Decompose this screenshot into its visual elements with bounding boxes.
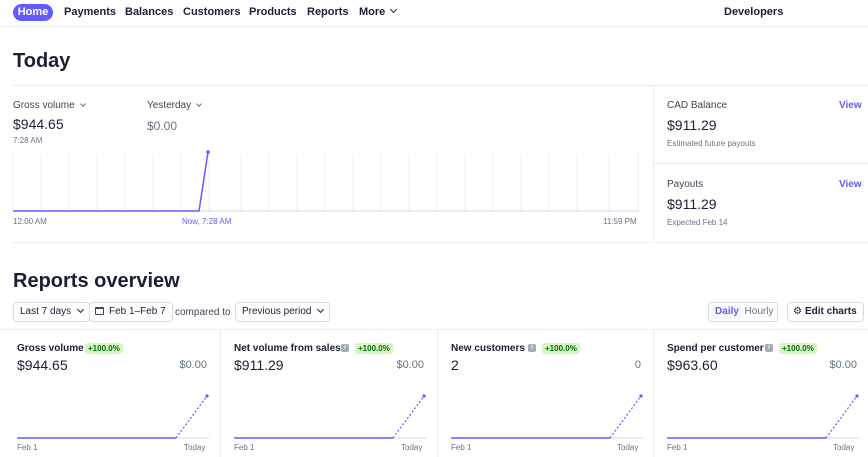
card-new-customers-value: 2 bbox=[451, 357, 459, 373]
granularity-toggle: Daily Hourly bbox=[708, 302, 778, 322]
chevron-down-icon bbox=[317, 305, 325, 314]
card-new-customers-point bbox=[639, 394, 643, 398]
card-net-volume-point bbox=[422, 394, 426, 398]
chevron-down-icon bbox=[196, 101, 202, 107]
today-chart bbox=[12, 150, 639, 212]
nav-more-label: More bbox=[359, 6, 386, 18]
card-gross-volume-line-today bbox=[175, 395, 208, 439]
daily-toggle[interactable]: Daily bbox=[711, 305, 743, 319]
card-net-volume-chart bbox=[234, 394, 426, 439]
card-gross-volume-title[interactable]: Gross volume bbox=[17, 343, 84, 354]
range-select-label: Last 7 days bbox=[20, 306, 72, 317]
date-range-button[interactable]: Feb 1–Feb 7 bbox=[89, 302, 173, 322]
date-range-label: Feb 1–Feb 7 bbox=[109, 306, 166, 317]
gear-icon: ⚙ bbox=[793, 306, 802, 317]
nav-divider bbox=[0, 26, 868, 27]
compare-label: Yesterday bbox=[147, 100, 192, 111]
card-net-volume-title[interactable]: Net volume from sales bbox=[234, 343, 341, 354]
cad-balance-view-link[interactable]: View bbox=[839, 100, 862, 111]
card-gross-volume-point bbox=[205, 394, 209, 398]
edit-charts-label: Edit charts bbox=[804, 306, 857, 317]
cad-balance-label: CAD Balance bbox=[667, 100, 728, 111]
card-new-customers-axis-start: Feb 1 bbox=[451, 443, 472, 452]
range-select[interactable]: Last 7 days bbox=[13, 302, 91, 322]
card-new-customers-badge: +100.0% bbox=[542, 343, 580, 354]
today-divider bbox=[13, 85, 868, 86]
card-spend-per-customer-point bbox=[855, 394, 859, 398]
card-spend-per-customer-prev: $0.00 bbox=[829, 359, 857, 371]
top-nav: Home Payments Balances Customers Product… bbox=[0, 0, 868, 26]
chevron-down-icon bbox=[77, 305, 85, 314]
payouts-label: Payouts bbox=[667, 179, 704, 190]
hourly-toggle[interactable]: Hourly bbox=[743, 305, 775, 319]
chevron-down-icon bbox=[79, 101, 86, 107]
card-spend-per-customer-line-today bbox=[825, 395, 858, 439]
nav-payments[interactable]: Payments bbox=[64, 5, 116, 20]
period-select[interactable]: Previous period bbox=[235, 302, 331, 322]
cad-balance-note: Estimated future payouts bbox=[667, 139, 756, 148]
nav-more[interactable]: More bbox=[359, 5, 398, 20]
card-net-volume-axis-start: Feb 1 bbox=[234, 443, 255, 452]
info-icon[interactable]: i bbox=[765, 344, 773, 352]
payouts-view-link[interactable]: View bbox=[839, 179, 862, 190]
compare-selector[interactable]: Yesterday bbox=[147, 100, 202, 111]
nav-developers[interactable]: Developers bbox=[724, 5, 783, 20]
today-series-line bbox=[13, 151, 209, 212]
compare-value: $0.00 bbox=[147, 119, 178, 133]
payouts-value: $911.29 bbox=[667, 196, 717, 212]
chevron-down-icon bbox=[390, 5, 398, 14]
card-new-customers-chart bbox=[451, 394, 643, 439]
card-divider-3 bbox=[653, 330, 654, 457]
nav-customers[interactable]: Customers bbox=[183, 5, 240, 20]
gross-volume-time: 7:28 AM bbox=[13, 136, 43, 145]
card-new-customers-line-today bbox=[609, 395, 642, 439]
today-axis-end: 11:59 PM bbox=[603, 217, 637, 226]
card-gross-volume-axis-end: Today bbox=[184, 443, 206, 452]
today-series-point bbox=[206, 150, 210, 154]
card-net-volume-line-today bbox=[392, 395, 425, 439]
nav-products[interactable]: Products bbox=[249, 5, 297, 20]
side-inner-divider bbox=[654, 163, 868, 164]
card-gross-volume-prev: $0.00 bbox=[179, 359, 207, 371]
cards-top-divider bbox=[0, 329, 868, 330]
card-new-customers-title[interactable]: New customers bbox=[451, 343, 525, 354]
gross-volume-selector[interactable]: Gross volume bbox=[13, 100, 86, 111]
card-spend-per-customer-axis-start: Feb 1 bbox=[667, 443, 688, 452]
card-spend-per-customer-axis-end: Today bbox=[833, 443, 855, 452]
card-spend-per-customer-title[interactable]: Spend per customer bbox=[667, 343, 764, 354]
gross-volume-value: $944.65 bbox=[13, 116, 64, 132]
today-axis-now: Now, 7:28 AM bbox=[182, 217, 232, 226]
card-net-volume-badge: +100.0% bbox=[355, 343, 393, 354]
edit-charts-button[interactable]: ⚙ Edit charts bbox=[787, 302, 864, 322]
gross-volume-label: Gross volume bbox=[13, 100, 75, 111]
card-gross-volume-axis-start: Feb 1 bbox=[17, 443, 38, 452]
card-gross-volume-chart bbox=[17, 394, 209, 439]
info-icon[interactable]: i bbox=[341, 344, 349, 352]
card-spend-per-customer-value: $963.60 bbox=[667, 357, 718, 373]
compared-to-label: compared to bbox=[175, 307, 231, 318]
card-net-volume-axis-end: Today bbox=[401, 443, 423, 452]
today-axis-start: 12:00 AM bbox=[13, 217, 47, 226]
period-select-label: Previous period bbox=[242, 306, 312, 317]
card-new-customers-axis-end: Today bbox=[617, 443, 639, 452]
card-gross-volume-badge: +100.0% bbox=[85, 343, 123, 354]
card-net-volume-prev: $0.00 bbox=[396, 359, 424, 371]
info-icon[interactable]: i bbox=[528, 344, 536, 352]
card-new-customers-prev: 0 bbox=[634, 359, 641, 371]
nav-home[interactable]: Home bbox=[13, 4, 53, 21]
card-spend-per-customer-chart bbox=[667, 394, 859, 439]
card-spend-per-customer-badge: +100.0% bbox=[779, 343, 817, 354]
today-bottom-divider bbox=[13, 242, 868, 243]
nav-balances[interactable]: Balances bbox=[125, 5, 173, 20]
cad-balance-value: $911.29 bbox=[667, 117, 717, 133]
reports-title: Reports overview bbox=[13, 270, 180, 292]
card-gross-volume-value: $944.65 bbox=[17, 357, 68, 373]
card-net-volume-value: $911.29 bbox=[234, 357, 284, 373]
card-divider-1 bbox=[220, 330, 221, 457]
nav-reports[interactable]: Reports bbox=[307, 5, 349, 20]
payouts-note: Expected Feb 14 bbox=[667, 218, 728, 227]
calendar-icon bbox=[95, 307, 104, 315]
card-divider-2 bbox=[437, 330, 438, 457]
page-title: Today bbox=[13, 50, 71, 72]
